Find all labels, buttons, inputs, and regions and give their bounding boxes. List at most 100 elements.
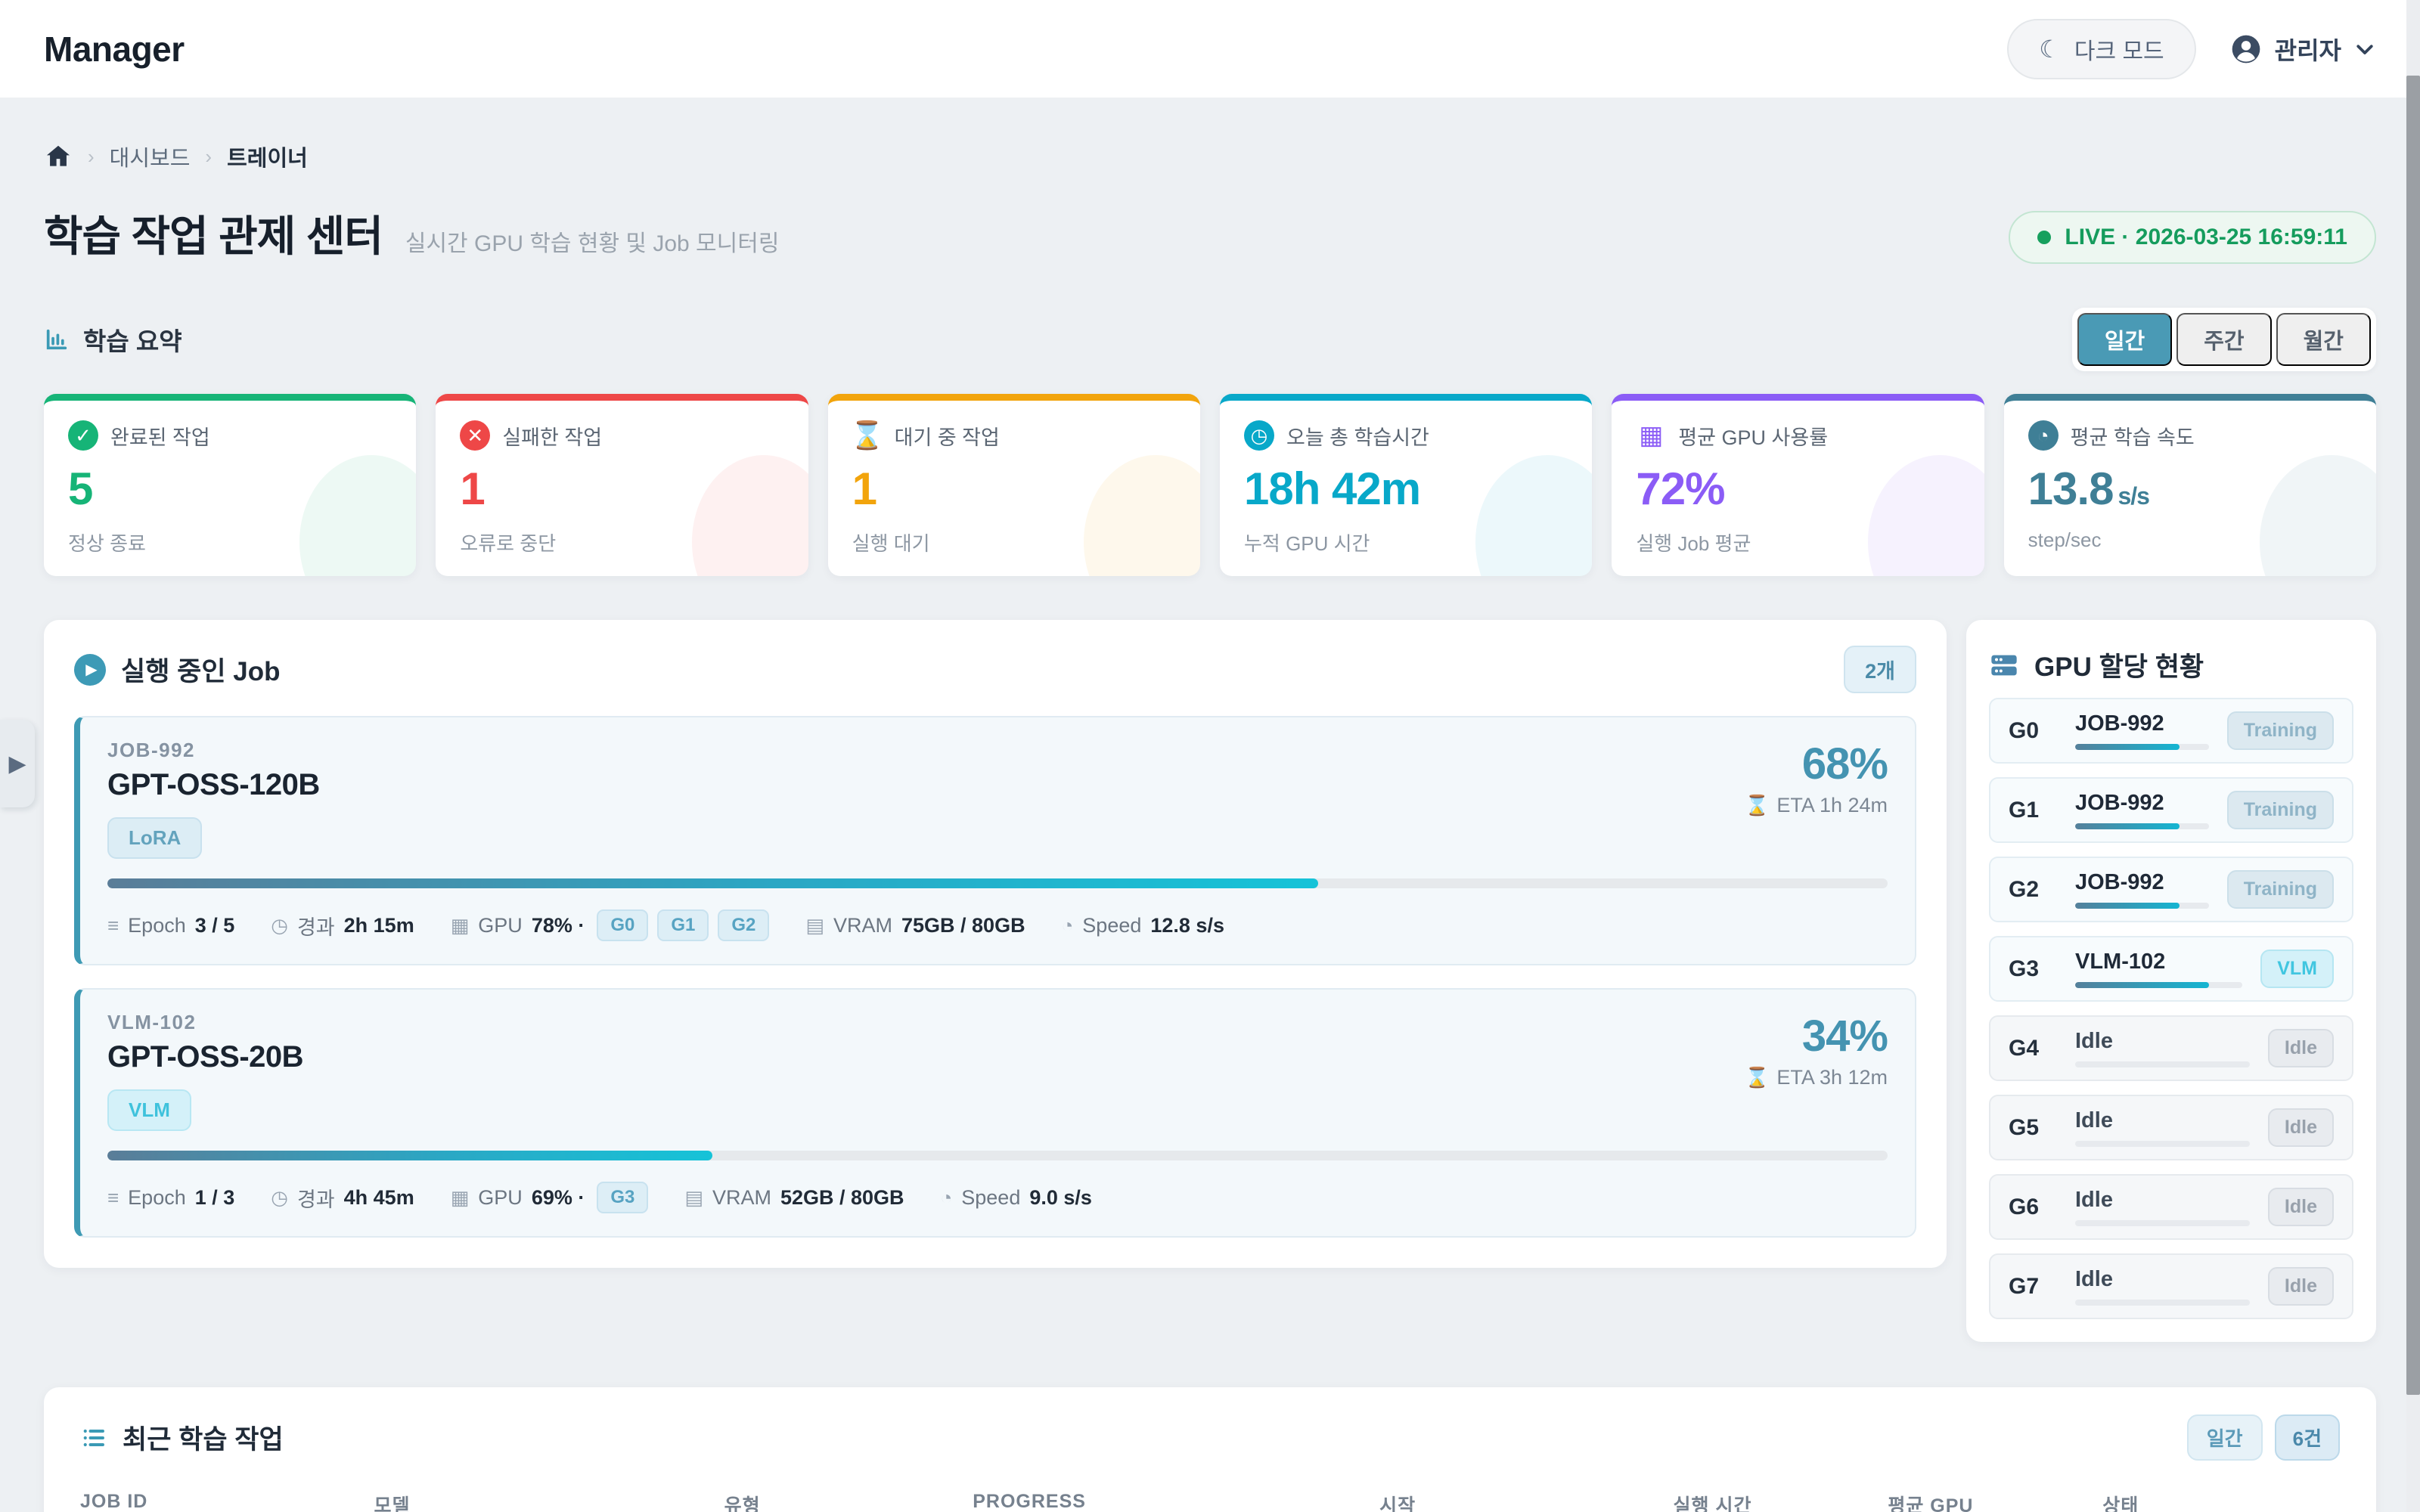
list-icon [80, 1424, 107, 1452]
gpu-job-name: Idle [2075, 1108, 2113, 1132]
gpu-util-bar [2075, 903, 2209, 909]
gauge-icon: ◔ [941, 1186, 953, 1210]
col-duration: 실행 시간 [1674, 1491, 1888, 1512]
running-job-card[interactable]: JOB-992 GPT-OSS-120B LoRA 68% ⌛ ETA 1h 2… [74, 716, 1916, 965]
gpu-name: G7 [2009, 1274, 2057, 1300]
gpu-status-badge: VLM [2260, 950, 2334, 988]
breadcrumb: › 대시보드 › 트레이너 [44, 141, 2376, 172]
gpu-job-name: JOB-992 [2075, 791, 2164, 815]
job-elapsed: ◷ 경과4h 45m [271, 1183, 414, 1213]
gpu-tag: G1 [657, 909, 709, 941]
job-epoch: ≡ Epoch3 / 5 [107, 914, 234, 937]
stat-card: ▦ 평균 GPU 사용률 72% 실행 Job 평균 [1612, 394, 1984, 576]
job-progress-percent: 34% [1745, 1011, 1888, 1061]
sidebar-expand-handle[interactable]: ▶ [0, 720, 35, 807]
summary-cards: ✓ 완료된 작업 5 정상 종료 ✕ 실패한 작업 1 오류로 중단 ⌛ [44, 394, 2376, 576]
table-count-badge: 6건 [2275, 1414, 2340, 1461]
gpu-name: G2 [2009, 877, 2057, 903]
stat-card: ✓ 완료된 작업 5 정상 종료 [44, 394, 416, 576]
gpu-job-name: Idle [2075, 1267, 2113, 1291]
running-jobs-panel: ▶ 실행 중인 Job 2개 JOB-992 GPT-OSS-120B LoRA… [44, 620, 1947, 1268]
home-icon[interactable] [44, 142, 73, 171]
live-badge-text: LIVE · 2026-03-25 16:59:11 [2065, 225, 2347, 250]
job-type-tag: LoRA [107, 817, 202, 859]
gpu-job-name: VLM-102 [2075, 950, 2165, 974]
gpu-row: G6 Idle Idle [1989, 1174, 2353, 1240]
gpu-allocation-title: GPU 할당 현황 [1989, 646, 2353, 684]
breadcrumb-dashboard[interactable]: 대시보드 [110, 141, 191, 172]
stat-label: 평균 GPU 사용률 [1678, 421, 1828, 451]
job-type-tag: VLM [107, 1089, 191, 1131]
period-tab-group: 일간 주간 월간 [2072, 308, 2376, 371]
job-gpu-tags: G3 [597, 1182, 648, 1213]
dark-mode-label: 다크 모드 [2074, 33, 2164, 66]
job-vram: ▤ VRAM52GB / 80GB [684, 1186, 904, 1210]
job-gpu-util: ▦ GPU78% · G0 G1 G2 [451, 909, 770, 941]
gpu-name: G3 [2009, 956, 2057, 982]
clock-icon: ◷ [271, 1186, 288, 1210]
table-period-badge[interactable]: 일간 [2187, 1414, 2263, 1461]
stat-icon: ⌛ [852, 420, 883, 451]
stat-icon: ◔ [2028, 420, 2059, 451]
gpu-row: G0 JOB-992 Training [1989, 698, 2353, 764]
running-jobs-title: ▶ 실행 중인 Job [74, 650, 280, 689]
gpu-status-badge: Idle [2268, 1108, 2334, 1147]
gpu-status-badge: Idle [2268, 1267, 2334, 1306]
stat-icon: ✕ [460, 420, 490, 451]
gpu-status-badge: Idle [2268, 1029, 2334, 1067]
col-type: 유형 [724, 1491, 973, 1512]
chevron-down-icon [2353, 38, 2376, 60]
page-title: 학습 작업 관제 센터 [44, 203, 383, 264]
stat-icon: ◷ [1244, 420, 1274, 451]
gpu-row: G5 Idle Idle [1989, 1095, 2353, 1160]
memory-icon: ▤ [805, 914, 824, 937]
running-job-card[interactable]: VLM-102 GPT-OSS-20B VLM 34% ⌛ ETA 3h 12m [74, 988, 1916, 1238]
job-epoch: ≡ Epoch1 / 3 [107, 1186, 234, 1210]
page-content: › 대시보드 › 트레이너 학습 작업 관제 센터 실시간 GPU 학습 현황 … [0, 98, 2420, 1512]
period-tab[interactable]: 주간 [2176, 313, 2271, 366]
gpu-name: G0 [2009, 718, 2057, 744]
gpu-job-name: Idle [2075, 1029, 2113, 1053]
col-progress: PROGRESS [973, 1491, 1379, 1512]
page-scrollbar-track[interactable] [2406, 0, 2420, 1512]
job-progress-fill [107, 878, 1318, 888]
job-eta: ⌛ ETA 3h 12m [1745, 1066, 1888, 1089]
job-vram: ▤ VRAM75GB / 80GB [805, 914, 1025, 937]
gpu-status-badge: Training [2227, 870, 2334, 909]
gpu-row: G7 Idle Idle [1989, 1253, 2353, 1319]
job-progress-fill [107, 1151, 712, 1160]
running-jobs-count-badge: 2개 [1844, 646, 1916, 693]
dark-mode-toggle[interactable]: ☾ 다크 모드 [2007, 19, 2195, 79]
gpu-util-fill [2075, 823, 2180, 829]
job-eta: ⌛ ETA 1h 24m [1745, 794, 1888, 817]
col-avg-gpu: 평균 GPU [1888, 1491, 2102, 1512]
gpu-tag: G0 [597, 909, 648, 941]
job-elapsed: ◷ 경과2h 15m [271, 911, 414, 940]
stat-label: 완료된 작업 [110, 421, 210, 451]
job-id: JOB-992 [107, 739, 320, 762]
user-menu[interactable]: 관리자 [2229, 32, 2376, 67]
gpu-row: G3 VLM-102 VLM [1989, 936, 2353, 1002]
stat-label: 평균 학습 속도 [2071, 421, 2195, 451]
moon-icon: ☾ [2039, 37, 2061, 61]
period-tab[interactable]: 월간 [2276, 313, 2371, 366]
period-tab[interactable]: 일간 [2077, 313, 2172, 366]
gpu-job-name: JOB-992 [2075, 870, 2164, 894]
stat-label: 오늘 총 학습시간 [1286, 421, 1429, 451]
job-speed: ◔ Speed9.0 s/s [941, 1186, 1092, 1210]
expand-arrow-icon: ▶ [8, 751, 26, 777]
stat-card: ✕ 실패한 작업 1 오류로 중단 [436, 394, 808, 576]
gpu-util-bar [2075, 982, 2242, 988]
gpu-allocation-panel: GPU 할당 현황 G0 JOB-992 Training G1 [1966, 620, 2376, 1342]
gpu-util-bar [2075, 1061, 2250, 1067]
page-scrollbar-thumb[interactable] [2406, 76, 2420, 1395]
gpu-util-bar [2075, 1141, 2250, 1147]
server-icon [1989, 650, 2019, 680]
page-subtitle: 실시간 GPU 학습 현황 및 Job 모니터링 [405, 225, 780, 258]
col-model: 모델 [374, 1491, 724, 1512]
chip-icon: ▦ [451, 1186, 470, 1210]
live-status-badge: LIVE · 2026-03-25 16:59:11 [2009, 211, 2376, 264]
recent-jobs-panel: 최근 학습 작업 일간 6건 JOB ID 모델 유형 PROGRESS 시작 … [44, 1387, 2376, 1512]
job-gpu-util: ▦ GPU69% · G3 [451, 1182, 649, 1213]
stat-icon: ▦ [1636, 420, 1666, 451]
